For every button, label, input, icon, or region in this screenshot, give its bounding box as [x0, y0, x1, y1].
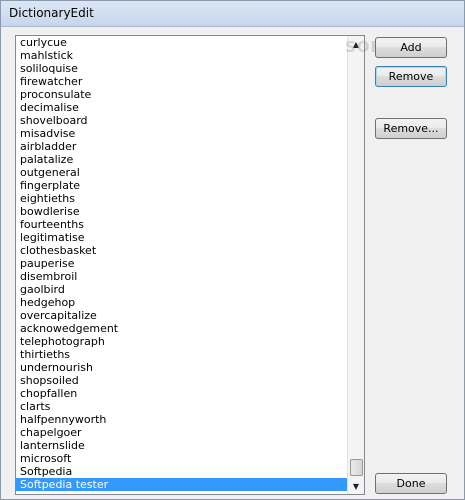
list-item[interactable]: shovelboard — [16, 114, 348, 127]
word-listbox[interactable]: curlycue mahlstick soliloquise firewatcher p… — [15, 35, 365, 495]
list-item[interactable]: gaolbird — [16, 283, 348, 296]
list-item[interactable]: fingerplate — [16, 179, 348, 192]
list-item[interactable]: halfpennyworth — [16, 413, 348, 426]
list-item[interactable]: mahlstick — [16, 49, 348, 62]
list-item[interactable]: chapelgoer — [16, 426, 348, 439]
list-item[interactable]: misadvise — [16, 127, 348, 140]
list-item[interactable]: shopsoiled — [16, 374, 348, 387]
list-item[interactable]: outgeneral — [16, 166, 348, 179]
list-item[interactable]: Softpedia tester — [16, 478, 348, 491]
list-item[interactable]: decimalise — [16, 101, 348, 114]
window-title: DictionaryEdit — [9, 6, 94, 20]
list-item[interactable]: thirtieths — [16, 348, 348, 361]
list-item[interactable]: curlycue — [16, 36, 348, 49]
add-button[interactable]: Add — [375, 37, 447, 58]
remove-dialog-button[interactable]: Remove... — [375, 118, 447, 139]
scroll-down-arrow-icon[interactable]: ▼ — [348, 478, 364, 494]
list-item[interactable]: microsoft — [16, 452, 348, 465]
list-item[interactable]: lanternslide — [16, 439, 348, 452]
list-item[interactable]: proconsulate — [16, 88, 348, 101]
list-item[interactable]: soliloquise — [16, 62, 348, 75]
list-item[interactable]: firewatcher — [16, 75, 348, 88]
vertical-scrollbar[interactable]: ▲ ▼ — [347, 36, 364, 494]
list-item[interactable]: legitimatise — [16, 231, 348, 244]
list-item[interactable]: palatalize — [16, 153, 348, 166]
list-item[interactable]: hedgehop — [16, 296, 348, 309]
title-bar: DictionaryEdit — [1, 1, 464, 27]
remove-button[interactable]: Remove — [375, 66, 447, 87]
list-item[interactable]: airbladder — [16, 140, 348, 153]
list-item[interactable]: eightieths — [16, 192, 348, 205]
list-item[interactable]: acknowedgement — [16, 322, 348, 335]
list-item[interactable]: undernourish — [16, 361, 348, 374]
list-item[interactable]: pauperise — [16, 257, 348, 270]
list-item[interactable]: bowdlerise — [16, 205, 348, 218]
list-item[interactable]: disembroil — [16, 270, 348, 283]
list-item[interactable]: Softpedia — [16, 465, 348, 478]
done-button[interactable]: Done — [375, 473, 447, 494]
scroll-up-arrow-icon[interactable]: ▲ — [348, 36, 364, 52]
list-item[interactable]: fourteenths — [16, 218, 348, 231]
scroll-thumb[interactable] — [350, 459, 363, 476]
list-item[interactable]: chopfallen — [16, 387, 348, 400]
list-item[interactable]: clarts — [16, 400, 348, 413]
word-list: curlycue mahlstick soliloquise firewatcher p… — [16, 36, 348, 491]
dictionary-edit-window: DictionaryEdit curlycue mahlstick soliloqu… — [0, 0, 465, 500]
list-item[interactable]: telephotograph — [16, 335, 348, 348]
list-item[interactable]: overcapitalize — [16, 309, 348, 322]
list-item[interactable]: clothesbasket — [16, 244, 348, 257]
